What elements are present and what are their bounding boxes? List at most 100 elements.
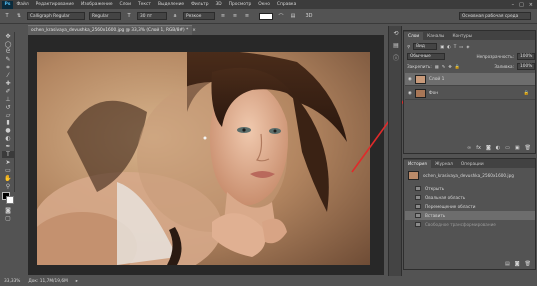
menu-type[interactable]: Текст bbox=[134, 2, 154, 7]
minimize-button[interactable]: – bbox=[512, 2, 515, 8]
quick-mask-icon[interactable]: ◙ bbox=[2, 207, 14, 215]
filter-adjust-icon[interactable]: ◐ bbox=[447, 44, 451, 49]
new-layer-icon[interactable]: ▣ bbox=[515, 145, 520, 151]
history-item[interactable]: Свободное трансформирование bbox=[405, 220, 535, 229]
zoom-tool-icon[interactable]: ⚲ bbox=[2, 182, 14, 190]
font-size-select[interactable]: 30 пт bbox=[137, 12, 167, 20]
lock-all-icon[interactable]: 🔒 bbox=[455, 64, 460, 70]
font-family-select[interactable]: Calligraph Regular bbox=[27, 12, 85, 20]
blend-mode-select[interactable]: Обычные bbox=[407, 53, 445, 60]
pen-tool-icon[interactable]: ✒ bbox=[2, 143, 14, 151]
text-orientation-icon[interactable]: ⇅ bbox=[15, 12, 23, 20]
eye-icon[interactable]: ◉ bbox=[408, 77, 412, 82]
fx-icon[interactable]: fx bbox=[476, 145, 481, 151]
menu-3d[interactable]: 3D bbox=[212, 2, 225, 7]
font-style-select[interactable]: Regular bbox=[89, 12, 121, 20]
menu-filter[interactable]: Фильтр bbox=[188, 2, 212, 7]
close-tab-icon[interactable]: × bbox=[192, 28, 196, 33]
history-item[interactable]: Перемещение области bbox=[405, 202, 535, 211]
marquee-tool-icon[interactable]: ◯ bbox=[2, 40, 14, 48]
menu-view[interactable]: Просмотр bbox=[225, 2, 255, 7]
menu-help[interactable]: Справка bbox=[273, 2, 299, 7]
background-color-swatch[interactable] bbox=[6, 196, 14, 205]
menu-layers[interactable]: Слои bbox=[116, 2, 134, 7]
quick-select-tool-icon[interactable]: ✎ bbox=[2, 56, 14, 64]
layer-name[interactable]: Слой 1 bbox=[429, 77, 445, 82]
new-document-from-state-icon[interactable]: ▤ bbox=[505, 261, 510, 267]
eyedropper-tool-icon[interactable]: ⁄ bbox=[2, 72, 14, 80]
type-tool-icon[interactable]: T bbox=[3, 12, 11, 20]
history-dock-icon[interactable]: ⟲ bbox=[391, 29, 401, 38]
layer-name[interactable]: Фон bbox=[429, 91, 438, 96]
properties-dock-icon[interactable]: ▤ bbox=[391, 41, 401, 50]
canvas-photo[interactable] bbox=[37, 52, 370, 265]
menu-edit[interactable]: Редактирование bbox=[32, 2, 77, 7]
opacity-input[interactable]: 100% bbox=[517, 53, 535, 60]
path-select-tool-icon[interactable]: ➤ bbox=[2, 159, 14, 167]
adjustment-icon[interactable]: ◐ bbox=[496, 145, 500, 151]
healing-tool-icon[interactable]: ✚ bbox=[2, 80, 14, 88]
filter-pixel-icon[interactable]: ▣ bbox=[440, 44, 444, 49]
maximize-button[interactable]: □ bbox=[519, 2, 524, 8]
menu-image[interactable]: Изображение bbox=[77, 2, 116, 7]
tab-journal[interactable]: Журнал bbox=[431, 160, 457, 168]
move-tool-icon[interactable]: ✥ bbox=[2, 32, 14, 40]
3d-icon[interactable]: 3D bbox=[305, 12, 313, 20]
shape-tool-icon[interactable]: ▭ bbox=[2, 167, 14, 175]
eraser-tool-icon[interactable]: ▱ bbox=[2, 111, 14, 119]
dodge-tool-icon[interactable]: ◐ bbox=[2, 135, 14, 143]
align-right-icon[interactable]: ≡ bbox=[243, 12, 251, 20]
history-brush-tool-icon[interactable]: ↺ bbox=[2, 103, 14, 111]
filter-smart-icon[interactable]: ◈ bbox=[466, 44, 469, 49]
crop-tool-icon[interactable]: ⌗ bbox=[2, 64, 14, 72]
lock-transparent-icon[interactable]: ▦ bbox=[435, 64, 439, 69]
antialias-select[interactable]: Резкое bbox=[183, 12, 215, 20]
tab-actions[interactable]: Операции bbox=[457, 160, 488, 168]
fill-input[interactable]: 100% bbox=[517, 63, 535, 70]
workspace-select[interactable]: Основная рабочая среда bbox=[459, 12, 531, 20]
link-icon[interactable]: ∞ bbox=[467, 145, 471, 151]
align-center-icon[interactable]: ≡ bbox=[231, 12, 239, 20]
tab-history[interactable]: История bbox=[404, 160, 431, 168]
text-color-swatch[interactable] bbox=[259, 12, 273, 20]
tab-layers[interactable]: Слои bbox=[404, 32, 424, 40]
eye-icon[interactable]: ◉ bbox=[408, 91, 412, 96]
layer-row[interactable]: ◉ Фон 🔒 bbox=[405, 87, 535, 100]
menu-select[interactable]: Выделение bbox=[154, 2, 187, 7]
history-item-selected[interactable]: Вставить bbox=[405, 211, 535, 220]
info-dock-icon[interactable]: ⓘ bbox=[391, 53, 401, 62]
clone-stamp-tool-icon[interactable]: ⊥ bbox=[2, 96, 14, 104]
close-button[interactable]: × bbox=[529, 2, 533, 8]
folder-icon[interactable]: ▭ bbox=[505, 145, 510, 151]
camera-icon[interactable]: ◙ bbox=[515, 261, 520, 267]
tab-channels[interactable]: Каналы bbox=[423, 32, 448, 40]
zoom-level[interactable]: 33,33% bbox=[4, 279, 20, 284]
history-snapshot[interactable]: ochen_krasivaya_devushka_2560x1600.jpg bbox=[405, 171, 535, 180]
type-tool-icon[interactable]: T bbox=[2, 150, 14, 159]
filter-type-icon[interactable]: T bbox=[454, 44, 457, 49]
history-item[interactable]: Открыть bbox=[405, 184, 535, 193]
menu-window[interactable]: Окно bbox=[255, 2, 274, 7]
hand-tool-icon[interactable]: ✋ bbox=[2, 174, 14, 182]
lasso-tool-icon[interactable]: ᘓ bbox=[2, 48, 14, 56]
tab-paths[interactable]: Контуры bbox=[448, 32, 476, 40]
menu-file[interactable]: Файл bbox=[13, 2, 32, 7]
lock-pixels-icon[interactable]: ✎ bbox=[442, 64, 446, 69]
document-tab[interactable]: ochen_krasivaya_devushka_2560x1600.jpg @… bbox=[28, 25, 196, 35]
lock-position-icon[interactable]: ✥ bbox=[448, 64, 452, 69]
warp-text-icon[interactable]: ⌒ bbox=[277, 12, 285, 20]
trash-icon[interactable]: 🗑 bbox=[525, 145, 531, 151]
trash-icon[interactable]: 🗑 bbox=[525, 261, 531, 267]
layer-filter-select[interactable]: Вид bbox=[413, 43, 438, 50]
screen-mode-icon[interactable]: ▢ bbox=[2, 214, 14, 222]
filter-shape-icon[interactable]: ▭ bbox=[459, 44, 463, 49]
blur-tool-icon[interactable]: ● bbox=[2, 127, 14, 135]
status-arrow-icon[interactable]: ▸ bbox=[76, 279, 78, 284]
mask-icon[interactable]: ◙ bbox=[486, 145, 491, 151]
brush-tool-icon[interactable]: ✐ bbox=[2, 88, 14, 96]
gradient-tool-icon[interactable]: ▮ bbox=[2, 119, 14, 127]
align-left-icon[interactable]: ≡ bbox=[219, 12, 227, 20]
history-item[interactable]: Овальная область bbox=[405, 193, 535, 202]
character-panel-icon[interactable]: ▤ bbox=[289, 12, 297, 20]
layer-row[interactable]: ◉ Слой 1 bbox=[405, 73, 535, 86]
